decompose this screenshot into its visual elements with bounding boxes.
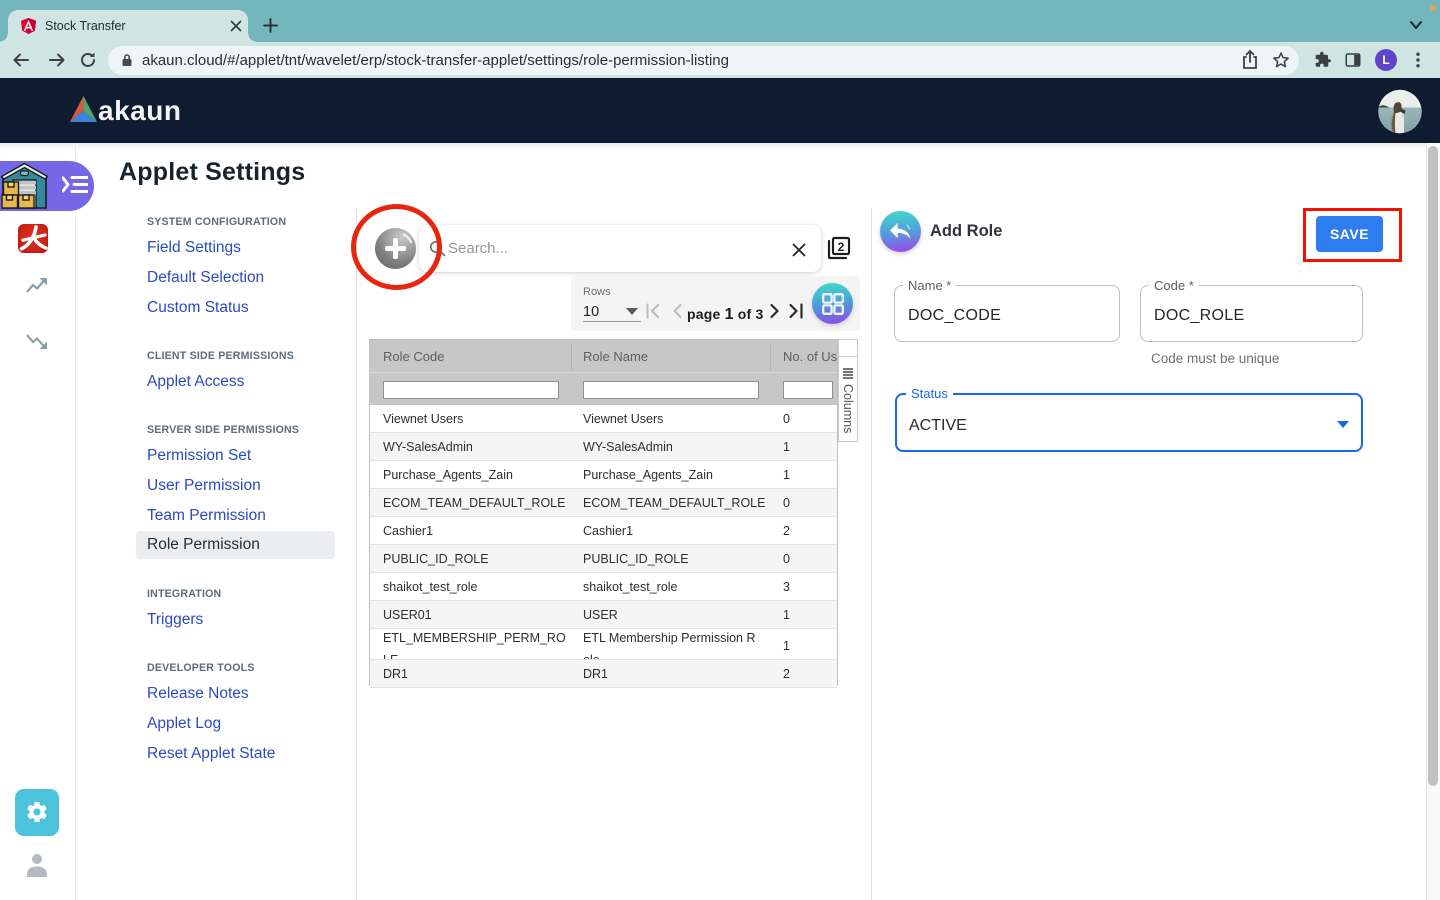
- svg-text:2: 2: [838, 240, 845, 254]
